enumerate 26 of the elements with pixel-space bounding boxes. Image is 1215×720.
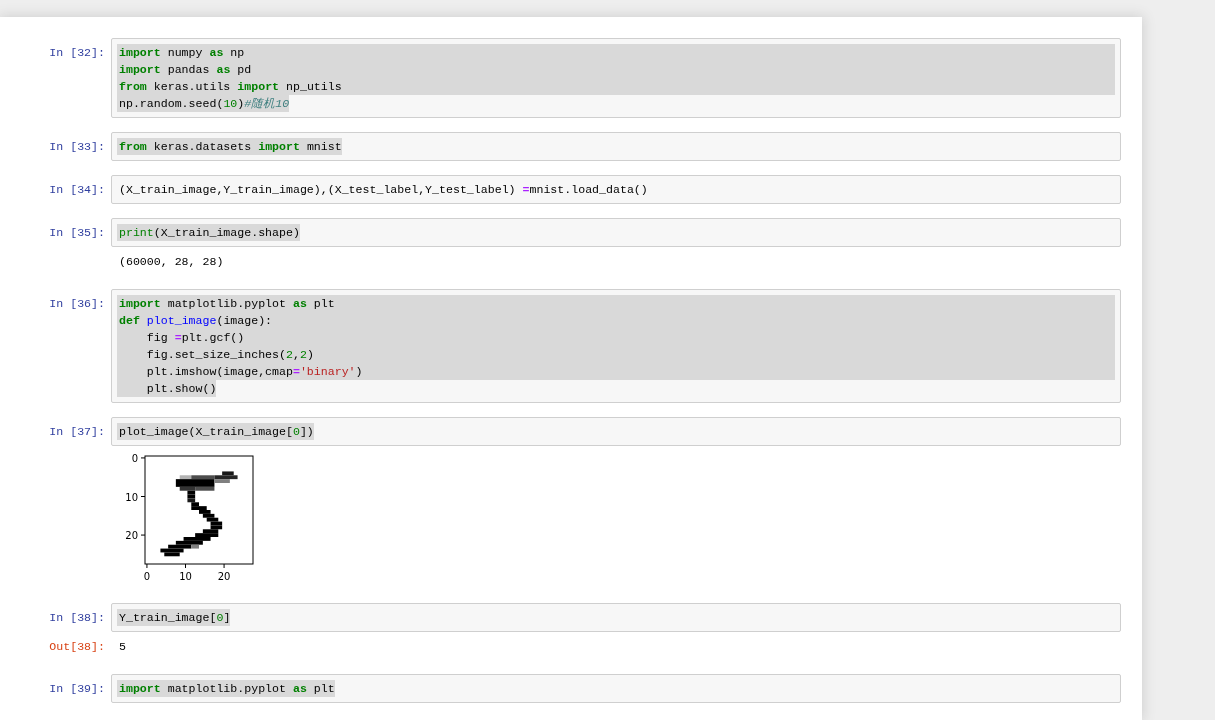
input-prompt: In [37]: xyxy=(48,424,106,440)
code-line: (X_train_image,Y_train_image),(X_test_label,Y_test_label) =mnist.load_data() xyxy=(118,182,648,198)
tick-label: 20 xyxy=(125,530,138,542)
code-cell-input[interactable]: import numpy as np import pandas as pd from keras.utils import np_utils np.random.seed(10)#随机10 xyxy=(111,38,1121,118)
input-prompt: In [34]: xyxy=(48,182,106,198)
output-text: 5 xyxy=(119,640,126,653)
input-prompt: In [38]: xyxy=(48,610,106,626)
input-prompt: In [36]: xyxy=(48,296,106,312)
output-text: (60000, 28, 28) xyxy=(119,255,224,268)
tick-label: 0 xyxy=(143,571,151,582)
code-cell-input[interactable]: Y_train_image[0] xyxy=(111,603,1121,632)
code-cell-input[interactable]: (X_train_image,Y_train_image),(X_test_label,Y_test_label) =mnist.load_data() xyxy=(111,175,1121,204)
tick-label: 20 xyxy=(217,571,231,582)
code-cell-input[interactable]: from keras.datasets import mnist xyxy=(111,132,1121,161)
input-prompt: In [32]: xyxy=(48,45,106,61)
input-prompt: In [35]: xyxy=(48,225,106,241)
tick-label: 10 xyxy=(125,491,138,503)
code-cell-input[interactable]: print(X_train_image.shape) xyxy=(111,218,1121,247)
tick-label: 0 xyxy=(131,452,138,464)
code-cell-input[interactable]: plot_image(X_train_image[0]) xyxy=(111,417,1121,446)
output-prompt: Out[38]: xyxy=(48,639,106,655)
input-prompt: In [39]: xyxy=(48,681,106,697)
input-prompt: In [33]: xyxy=(48,139,106,155)
code-cell-input[interactable]: import matplotlib.pyplot as plt xyxy=(111,674,1121,703)
tick-label: 10 xyxy=(179,571,192,582)
code-cell-input[interactable]: import matplotlib.pyplot as plt def plot_image(image): fig =plt.gcf() fig.set_size_inches(2,2) plt.imshow(image,cmap='binary') plt.show() xyxy=(111,289,1121,403)
